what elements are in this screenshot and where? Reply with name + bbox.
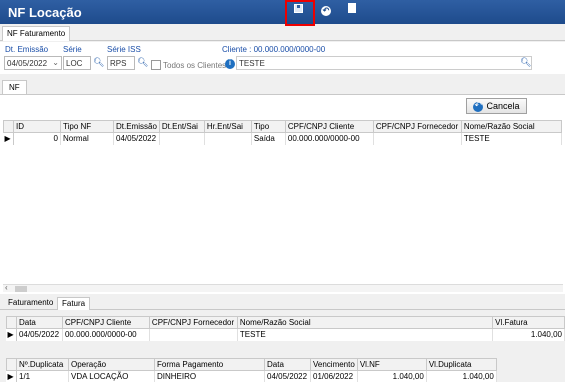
sub-tabstrip: Faturamento Fatura	[0, 297, 565, 310]
cancel-button[interactable]: Cancela	[466, 98, 527, 114]
duplicata-grid-header: Nº.Duplicata Operação Forma Pagamento Da…	[6, 358, 497, 371]
col-dt-ent-sai[interactable]: Dt.Ent/Sai	[158, 120, 205, 133]
tab-fatura[interactable]: Fatura	[57, 297, 91, 310]
scroll-left-icon[interactable]: ‹	[5, 283, 8, 292]
table-row[interactable]: ▶ 1/1 VDA LOCAÇÃO DINHEIRO 04/05/2022 01…	[6, 370, 497, 382]
col-dt-emissao[interactable]: Dt.Emissão	[113, 120, 160, 133]
col-cpf-cliente[interactable]: CPF/CNPJ Cliente	[284, 120, 374, 133]
col-forma-pagamento[interactable]: Forma Pagamento	[154, 358, 265, 371]
col-id[interactable]: ID	[13, 120, 61, 133]
serie-iss-search-icon[interactable]: 🔍︎	[137, 57, 148, 68]
cancel-button-label: Cancela	[486, 101, 520, 111]
grid-indicator-header	[6, 358, 17, 371]
cliente-field[interactable]: TESTE	[236, 56, 532, 70]
grid-indicator-header	[3, 120, 14, 133]
cliente-value: TESTE	[239, 59, 265, 68]
chevron-down-icon[interactable]: ⌄	[52, 58, 59, 67]
serie-iss-value: RPS	[110, 59, 127, 68]
cell-id[interactable]: 0	[13, 132, 61, 145]
serie-iss-field[interactable]: RPS	[107, 56, 135, 70]
undo-icon[interactable]: ↶	[318, 3, 334, 19]
todos-clientes-checkbox[interactable]	[151, 60, 161, 70]
cliente-label-text: Cliente : 00.000.000/0000-00	[222, 45, 326, 54]
cell-nome[interactable]: TESTE	[461, 132, 562, 145]
main-tabstrip: NF Faturamento	[0, 26, 565, 41]
col-nome[interactable]: Nome/Razão Social	[236, 316, 494, 329]
col-num-duplicata[interactable]: Nº.Duplicata	[16, 358, 69, 371]
cell-vl-duplicata[interactable]: 1.040,00	[426, 370, 497, 382]
cell-cpf-cliente[interactable]: 00.000.000/0000-00	[62, 328, 150, 341]
col-tipo-nf[interactable]: Tipo NF	[60, 120, 114, 133]
tab-faturamento[interactable]: Faturamento	[4, 297, 57, 310]
serie-search-icon[interactable]: 🔍︎	[93, 57, 104, 68]
serie-iss-label: Série ISS	[107, 45, 141, 54]
col-operacao[interactable]: Operação	[68, 358, 155, 371]
row-pointer-icon: ▶	[6, 328, 17, 341]
cell-forma-pagamento[interactable]: DINHEIRO	[154, 370, 265, 382]
save-icon[interactable]	[290, 3, 306, 19]
serie-value: LOC	[66, 59, 83, 68]
cell-dt-emissao[interactable]: 04/05/2022	[113, 132, 160, 145]
cell-cpf-fornecedor[interactable]	[373, 132, 462, 145]
tab-nf-faturamento[interactable]: NF Faturamento	[2, 26, 71, 41]
cell-cpf-fornecedor[interactable]	[149, 328, 238, 341]
col-nome[interactable]: Nome/Razão Social	[460, 120, 562, 133]
col-cpf-fornecedor[interactable]: CPF/CNPJ Fornecedor	[372, 120, 462, 133]
grid-indicator-header	[6, 316, 17, 329]
table-row[interactable]: ▶ 0 Normal 04/05/2022 Saída 00.000.000/0…	[3, 132, 562, 145]
cell-cpf-cliente[interactable]: 00.000.000/0000-00	[285, 132, 374, 145]
horizontal-scrollbar[interactable]: ‹	[3, 283, 563, 292]
col-vl-duplicata[interactable]: Vl.Duplicata	[425, 358, 497, 371]
fatura-grid-header: Data CPF/CNPJ Cliente CPF/CNPJ Fornecedo…	[6, 316, 565, 329]
cell-hr-ent-sai[interactable]	[204, 132, 252, 145]
cell-operacao[interactable]: VDA LOCAÇÃO	[68, 370, 155, 382]
col-vl-fatura[interactable]: Vl.Fatura	[492, 316, 565, 329]
filters-bar: Dt. Emissão 04/05/2022 ⌄ Série LOC 🔍︎ Sé…	[0, 42, 565, 74]
cell-vl-nf[interactable]: 1.040,00	[357, 370, 427, 382]
nf-grid: ID Tipo NF Dt.Emissão Dt.Ent/Sai Hr.Ent/…	[3, 120, 562, 145]
cell-vencimento[interactable]: 01/06/2022	[310, 370, 358, 382]
window-title: NF Locação	[8, 5, 82, 20]
col-tipo[interactable]: Tipo	[250, 120, 286, 133]
cell-data[interactable]: 04/05/2022	[16, 328, 63, 341]
col-vencimento[interactable]: Vencimento	[310, 358, 358, 371]
todos-clientes-label: Todos os Clientes	[163, 61, 227, 70]
document-icon[interactable]	[344, 3, 360, 19]
nf-grid-header: ID Tipo NF Dt.Emissão Dt.Ent/Sai Hr.Ent/…	[3, 120, 562, 133]
cell-dt-ent-sai[interactable]	[159, 132, 205, 145]
tab-nf[interactable]: NF	[2, 80, 27, 95]
dt-emissao-label: Dt. Emissão	[5, 45, 49, 54]
dt-emissao-field[interactable]: 04/05/2022 ⌄	[4, 56, 62, 70]
row-pointer-icon: ▶	[6, 370, 17, 382]
col-cpf-fornecedor[interactable]: CPF/CNPJ Fornecedor	[148, 316, 238, 329]
table-row[interactable]: ▶ 04/05/2022 00.000.000/0000-00 TESTE 1.…	[6, 328, 565, 341]
cliente-search-icon[interactable]: 🔍︎	[520, 57, 531, 68]
fatura-grid: Data CPF/CNPJ Cliente CPF/CNPJ Fornecedo…	[6, 316, 565, 341]
cliente-label: Cliente : 00.000.000/0000-00	[222, 45, 325, 54]
serie-label: Série	[63, 45, 82, 54]
cell-tipo-nf[interactable]: Normal	[60, 132, 114, 145]
col-data[interactable]: Data	[264, 358, 311, 371]
cell-data[interactable]: 04/05/2022	[264, 370, 311, 382]
col-hr-ent-sai[interactable]: Hr.Ent/Sai	[203, 120, 252, 133]
col-data[interactable]: Data	[15, 316, 63, 329]
title-bar: NF Locação ↶	[0, 0, 565, 26]
cell-nome[interactable]: TESTE	[237, 328, 494, 341]
serie-field[interactable]: LOC	[63, 56, 91, 70]
scroll-thumb[interactable]	[15, 286, 27, 292]
cell-num-duplicata[interactable]: 1/1	[16, 370, 69, 382]
info-icon[interactable]: i	[225, 59, 235, 69]
col-cpf-cliente[interactable]: CPF/CNPJ Cliente	[61, 316, 150, 329]
row-pointer-icon: ▶	[3, 132, 14, 145]
dt-emissao-value: 04/05/2022	[7, 59, 48, 68]
cancel-icon	[473, 100, 484, 112]
duplicata-grid: Nº.Duplicata Operação Forma Pagamento Da…	[6, 358, 497, 382]
cell-vl-fatura[interactable]: 1.040,00	[492, 328, 565, 341]
col-vl-nf[interactable]: Vl.NF	[356, 358, 427, 371]
cell-tipo[interactable]: Saída	[251, 132, 286, 145]
